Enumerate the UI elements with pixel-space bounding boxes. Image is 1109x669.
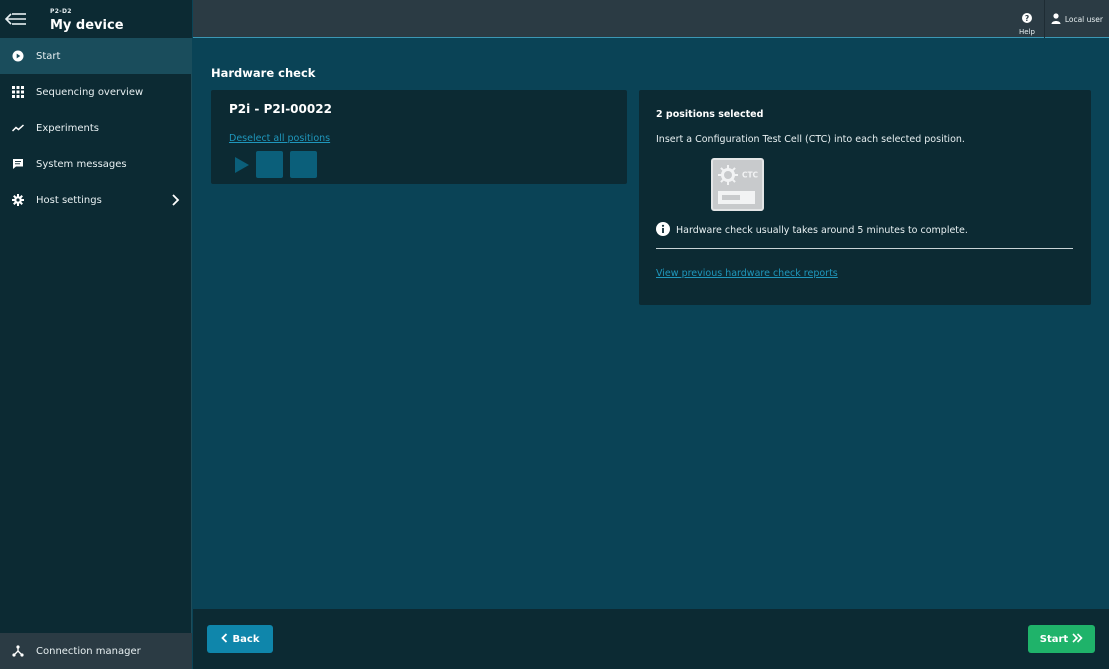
sidebar-nav: Start Sequencing overview Experiments Sy… bbox=[0, 38, 192, 218]
play-circle-icon bbox=[12, 50, 24, 62]
sidebar-item-experiments[interactable]: Experiments bbox=[0, 110, 192, 146]
position-tile-2[interactable] bbox=[290, 151, 317, 178]
ctc-illustration: CTC bbox=[711, 158, 764, 211]
sidebar-item-label: Connection manager bbox=[36, 645, 141, 657]
user-icon bbox=[1051, 13, 1061, 26]
svg-text:?: ? bbox=[1025, 14, 1029, 23]
back-button[interactable]: Back bbox=[207, 625, 273, 653]
sidebar-item-label: Experiments bbox=[36, 122, 99, 134]
deselect-all-link[interactable]: Deselect all positions bbox=[229, 133, 330, 144]
sidebar-item-label: Sequencing overview bbox=[36, 86, 144, 98]
instrument-name: P2i - P2I-00022 bbox=[229, 102, 332, 116]
info-text: Hardware check usually takes around 5 mi… bbox=[676, 225, 968, 236]
play-arrow-icon[interactable] bbox=[235, 157, 249, 173]
positions-selected-title: 2 positions selected bbox=[656, 109, 764, 120]
sidebar-item-system-messages[interactable]: System messages bbox=[0, 146, 192, 182]
sidebar-item-connection-manager[interactable]: Connection manager bbox=[0, 633, 192, 669]
help-label: Help bbox=[1019, 28, 1035, 36]
device-title: My device bbox=[50, 18, 124, 33]
top-bar: ? Help Local user bbox=[193, 0, 1109, 38]
chevron-right-icon bbox=[170, 193, 180, 207]
page-title: Hardware check bbox=[211, 66, 316, 80]
divider bbox=[656, 248, 1073, 249]
start-button-label: Start bbox=[1039, 633, 1069, 645]
topbar-divider bbox=[1044, 0, 1045, 38]
back-button-label: Back bbox=[232, 633, 260, 645]
device-subtitle: P2-D2 bbox=[50, 8, 72, 15]
sidebar-item-sequencing-overview[interactable]: Sequencing overview bbox=[0, 74, 192, 110]
help-button[interactable]: ? Help bbox=[1017, 8, 1037, 36]
sidebar: P2-D2 My device Start Sequencing overvie… bbox=[0, 0, 192, 669]
gear-icon bbox=[12, 194, 24, 206]
user-label: Local user bbox=[1064, 15, 1103, 24]
user-menu[interactable]: Local user bbox=[1051, 13, 1103, 26]
help-icon: ? bbox=[1022, 8, 1032, 27]
sidebar-item-host-settings[interactable]: Host settings bbox=[0, 182, 192, 218]
double-chevron-right-icon bbox=[1072, 632, 1083, 646]
sidebar-item-label: Start bbox=[36, 50, 61, 62]
trend-line-icon bbox=[11, 122, 25, 134]
position-tile-1[interactable] bbox=[256, 151, 283, 178]
network-icon bbox=[12, 645, 24, 657]
brand-header: P2-D2 My device bbox=[0, 0, 192, 38]
sidebar-item-start[interactable]: Start bbox=[0, 38, 192, 74]
hardware-check-details-card: 2 positions selected Insert a Configurat… bbox=[639, 90, 1091, 305]
sidebar-item-label: System messages bbox=[36, 158, 127, 170]
sidebar-item-label: Host settings bbox=[36, 194, 102, 206]
previous-reports-link[interactable]: View previous hardware check reports bbox=[656, 268, 838, 279]
info-icon bbox=[656, 222, 670, 239]
instrument-card: P2i - P2I-00022 Deselect all positions bbox=[211, 90, 627, 184]
grid-icon bbox=[12, 86, 24, 98]
message-icon bbox=[12, 158, 24, 170]
info-row: Hardware check usually takes around 5 mi… bbox=[656, 222, 968, 239]
start-button[interactable]: Start bbox=[1028, 625, 1095, 653]
instruction-text: Insert a Configuration Test Cell (CTC) i… bbox=[656, 134, 965, 145]
footer-bar: Back Start bbox=[193, 609, 1109, 669]
collapse-menu-icon[interactable] bbox=[4, 9, 27, 29]
chevron-left-icon bbox=[220, 632, 228, 646]
ctc-label: CTC bbox=[742, 171, 759, 180]
